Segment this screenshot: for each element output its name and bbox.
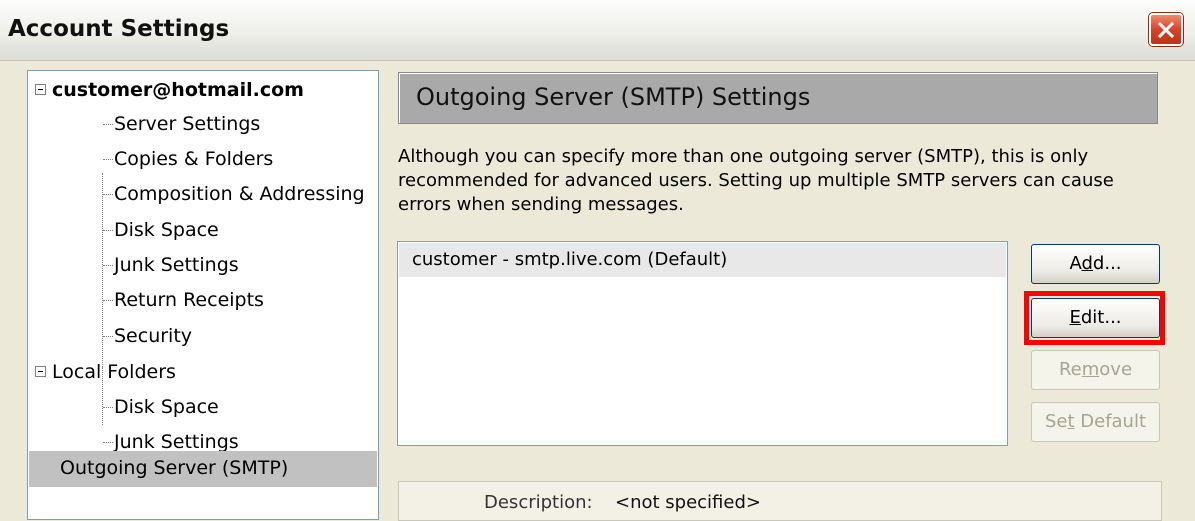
button-label: d...: [1092, 253, 1122, 274]
button-label: Se: [1044, 411, 1068, 432]
tree-branch: [103, 407, 113, 408]
remove-button[interactable]: Remove: [1031, 350, 1160, 390]
tree-branch: [103, 442, 113, 443]
tree-item-account[interactable]: customer@hotmail.com: [52, 73, 304, 107]
tree-item-disk-space[interactable]: Disk Space: [114, 213, 219, 247]
tree-item-copies-folders[interactable]: Copies & Folders: [114, 142, 273, 176]
tree-item-outgoing-server[interactable]: Outgoing Server (SMTP): [29, 451, 377, 487]
server-details: Description: <not specified>: [398, 481, 1162, 521]
button-label: Re: [1058, 359, 1082, 380]
button-label: A: [1069, 253, 1082, 274]
accesskey: m: [1081, 359, 1100, 380]
button-label: ove: [1099, 359, 1133, 380]
accesskey: d: [1081, 253, 1093, 274]
window-title: Account Settings: [8, 16, 230, 42]
close-button[interactable]: [1149, 13, 1183, 46]
tree-item-server-settings[interactable]: Server Settings: [114, 107, 260, 141]
tree-item-local-disk-space[interactable]: Disk Space: [114, 390, 219, 424]
tree-item-local-folders[interactable]: Local Folders: [52, 355, 176, 389]
description-label: Description:: [484, 492, 593, 513]
set-default-button[interactable]: Set Default: [1031, 402, 1160, 442]
tree-branch: [103, 124, 113, 125]
tree-item-return-receipts[interactable]: Return Receipts: [114, 283, 264, 317]
panel-description: Although you can specify more than one o…: [398, 146, 1114, 215]
tree-branch: [103, 336, 113, 337]
tree-branch: [103, 265, 113, 266]
close-icon: [1157, 21, 1175, 39]
account-tree[interactable]: customer@hotmail.com Server Settings Cop…: [27, 70, 379, 520]
tree-branch: [103, 300, 113, 301]
tree-item-junk-settings[interactable]: Junk Settings: [114, 248, 239, 282]
collapse-icon[interactable]: [35, 366, 46, 377]
tree-branch: [103, 159, 113, 160]
tree-item-security[interactable]: Security: [114, 319, 192, 353]
add-button[interactable]: Add...: [1031, 244, 1160, 284]
panel-header: Outgoing Server (SMTP) Settings: [398, 72, 1158, 124]
tree-branch: [103, 194, 113, 195]
tree-item-composition[interactable]: Composition & Addressing: [114, 177, 365, 211]
list-item[interactable]: customer - smtp.live.com (Default): [399, 243, 1006, 277]
smtp-server-list[interactable]: customer - smtp.live.com (Default): [397, 241, 1008, 446]
page-title: Outgoing Server (SMTP) Settings: [416, 83, 811, 111]
tree-item-outgoing-label: Outgoing Server (SMTP): [60, 457, 289, 479]
description-value: <not specified>: [615, 492, 761, 513]
accesskey: t: [1067, 411, 1075, 432]
highlight-box: [1024, 291, 1165, 345]
title-bar: Account Settings: [0, 0, 1195, 61]
button-label: Default: [1074, 411, 1147, 432]
collapse-icon[interactable]: [35, 84, 46, 95]
tree-branch: [103, 230, 113, 231]
